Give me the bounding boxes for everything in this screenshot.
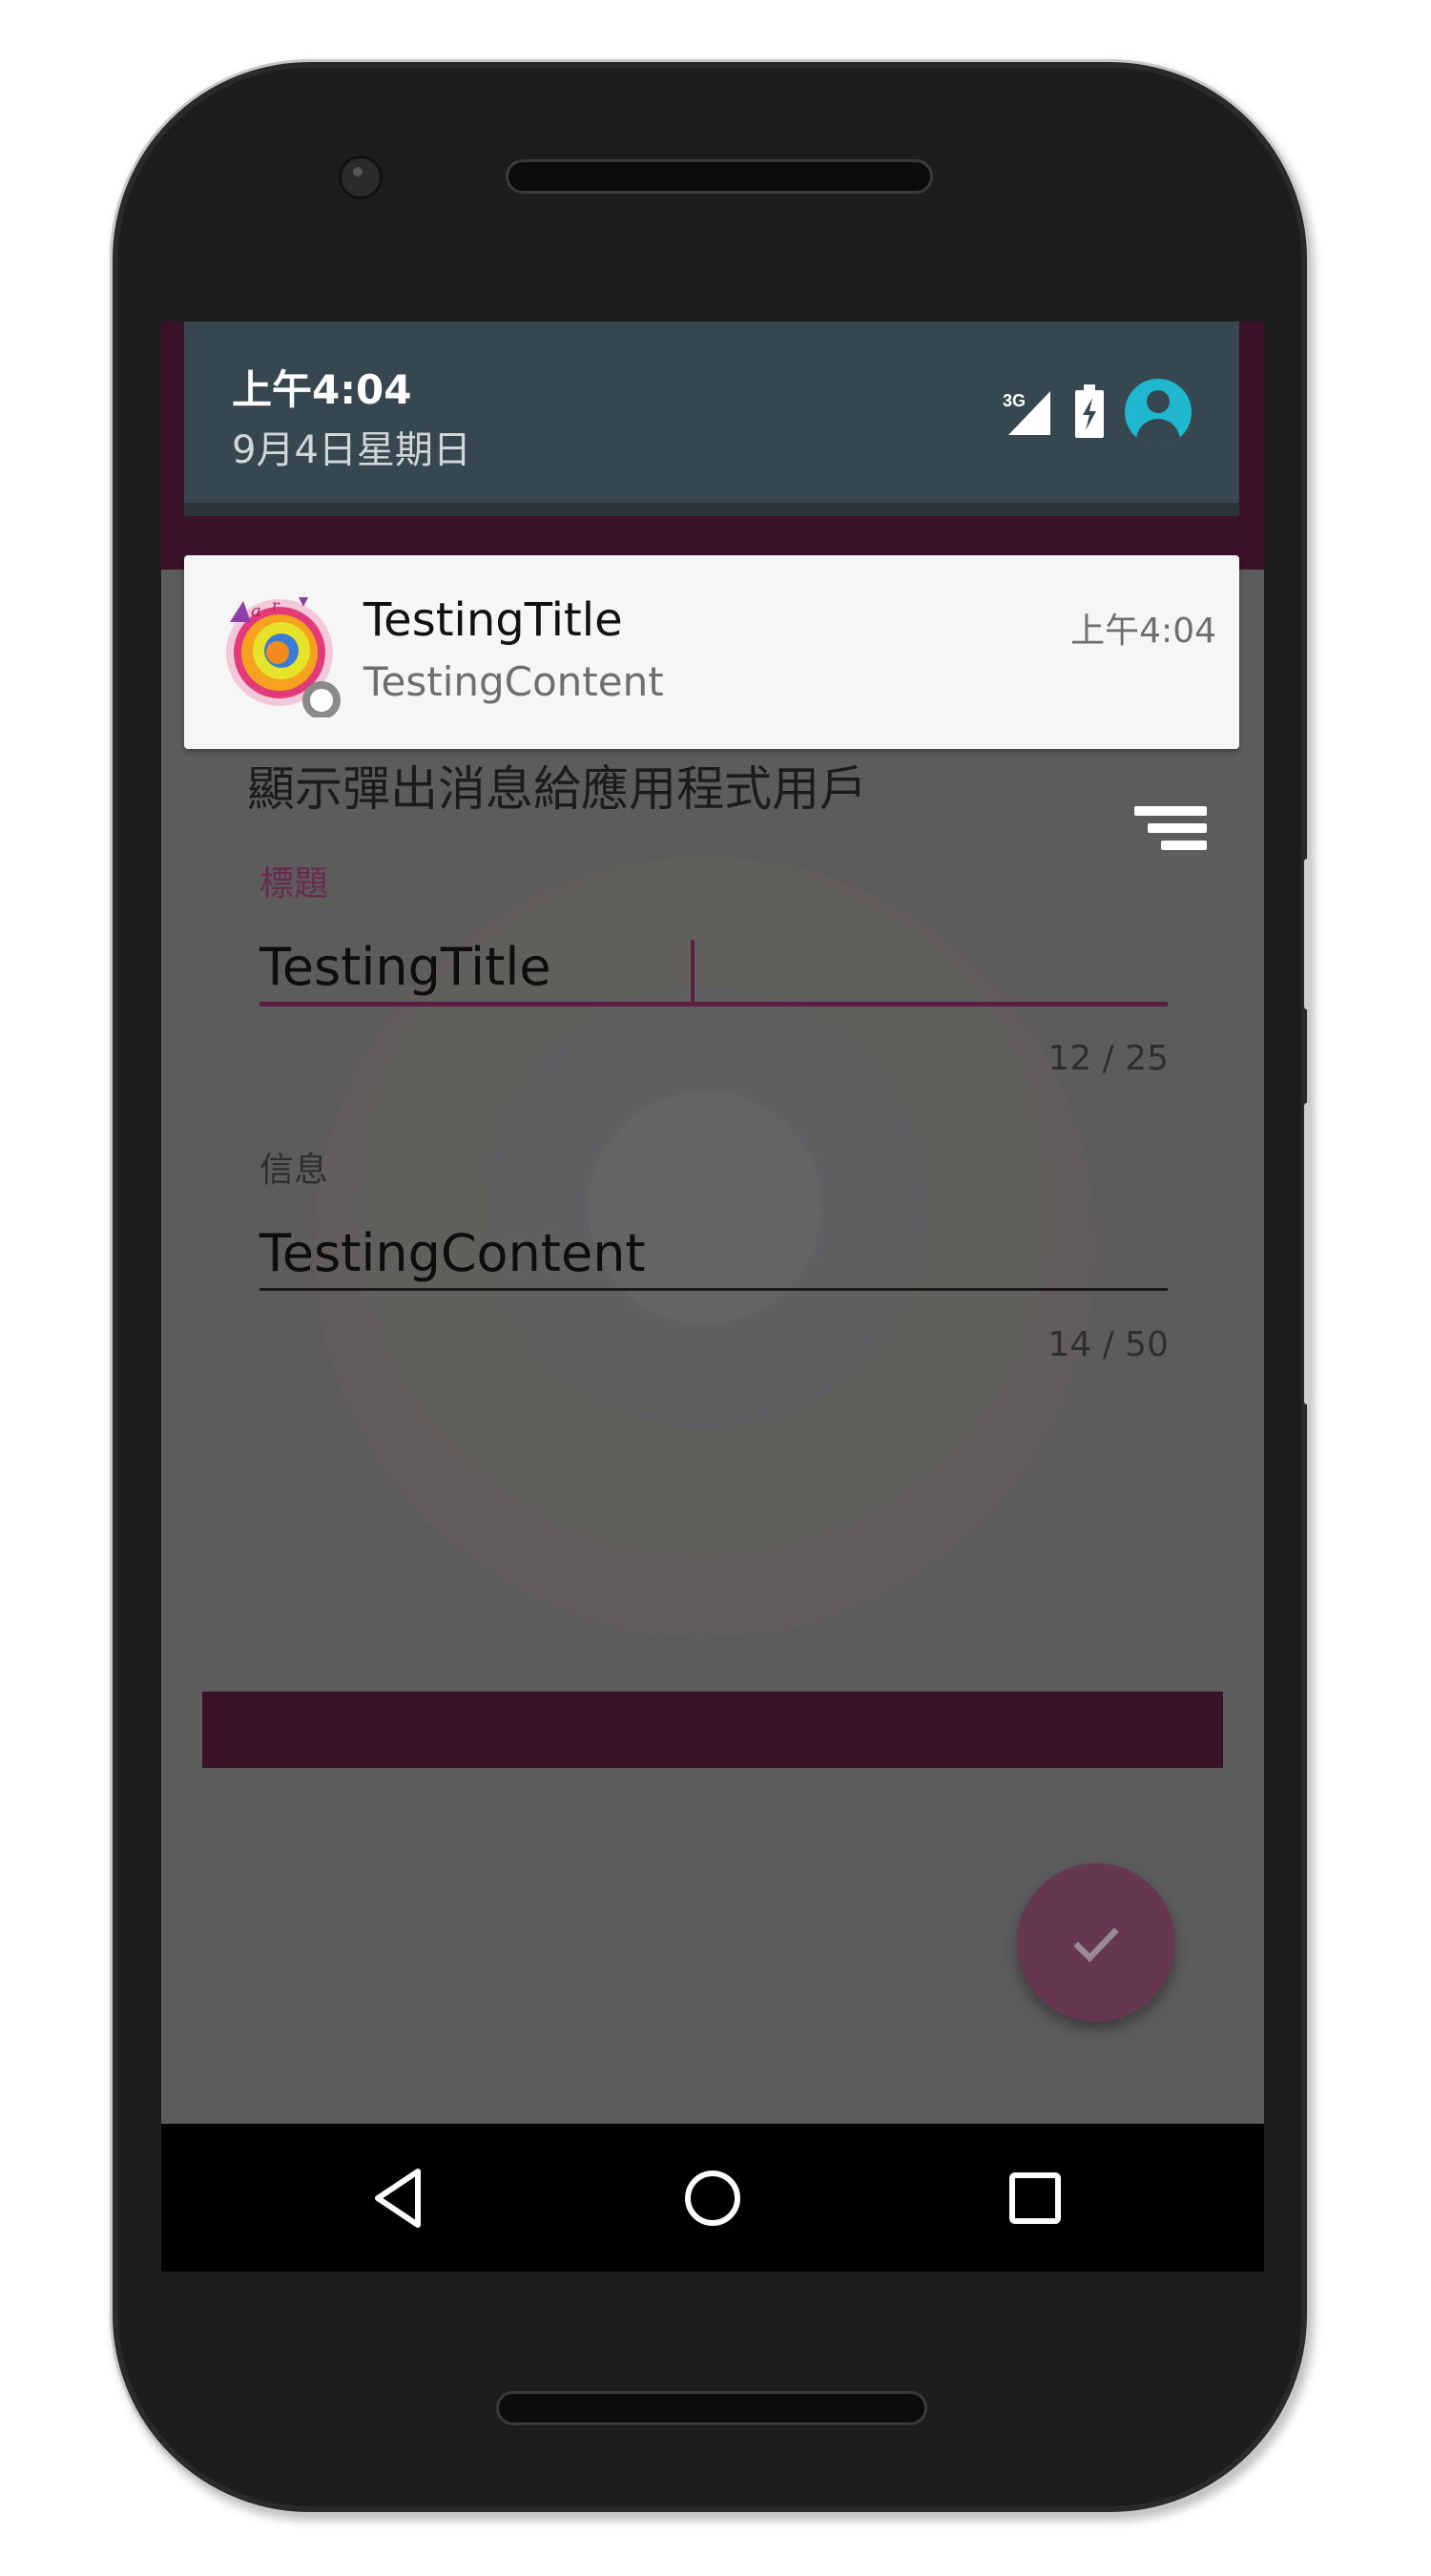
title-input-underline — [259, 1002, 1168, 1007]
submit-bar[interactable] — [202, 1692, 1223, 1768]
notification-title: TestingTitle — [363, 593, 623, 647]
back-icon[interactable] — [364, 2162, 437, 2234]
svg-text:r: r — [272, 596, 280, 614]
notification-shade-header[interactable]: 上午4:04 9月4日星期日 3G — [184, 322, 1239, 503]
check-icon — [1073, 1927, 1119, 1963]
sort-icon[interactable] — [1134, 806, 1207, 860]
notification-card[interactable]: a r TestingTitle TestingContent 上午4:04 — [184, 555, 1239, 749]
battery-charging-icon — [1075, 384, 1104, 438]
shade-time: 上午4:04 — [232, 366, 412, 413]
power-button — [1304, 1103, 1312, 1404]
signal-3g-icon: 3G — [1003, 391, 1050, 435]
message-input-underline — [259, 1288, 1168, 1291]
home-icon[interactable] — [676, 2162, 749, 2234]
bottom-speaker — [496, 2391, 927, 2425]
notification-content: TestingContent — [363, 658, 664, 705]
svg-text:a: a — [251, 601, 261, 621]
text-cursor — [691, 940, 695, 1003]
recents-icon[interactable] — [999, 2162, 1071, 2234]
title-field-label: 標題 — [259, 864, 329, 904]
message-input[interactable]: TestingContent — [259, 1223, 646, 1283]
app-heading: 顯示彈出消息給應用程式用戶 — [247, 761, 867, 817]
confirm-fab-button[interactable] — [1017, 1863, 1175, 2022]
message-field-label: 信息 — [259, 1151, 329, 1190]
shade-date[interactable]: 9月4日星期日 — [232, 419, 471, 474]
volume-button — [1304, 859, 1312, 1009]
navigation-bar — [161, 2124, 1264, 2272]
message-char-counter: 14 / 50 — [1047, 1325, 1169, 1364]
title-input[interactable]: TestingTitle — [259, 937, 551, 997]
top-speaker — [506, 159, 933, 194]
network-type-label: 3G — [1003, 391, 1026, 410]
status-icons: 3G — [1001, 379, 1192, 446]
front-camera — [339, 156, 383, 199]
account-icon[interactable] — [1125, 379, 1192, 446]
app-logo-icon: a r — [226, 596, 341, 717]
title-char-counter: 12 / 25 — [1047, 1039, 1169, 1078]
screen: 顯示彈出消息給應用程式用戶 標題 TestingTitle 12 / 25 信息… — [161, 322, 1264, 2272]
notification-time: 上午4:04 — [1070, 612, 1216, 651]
